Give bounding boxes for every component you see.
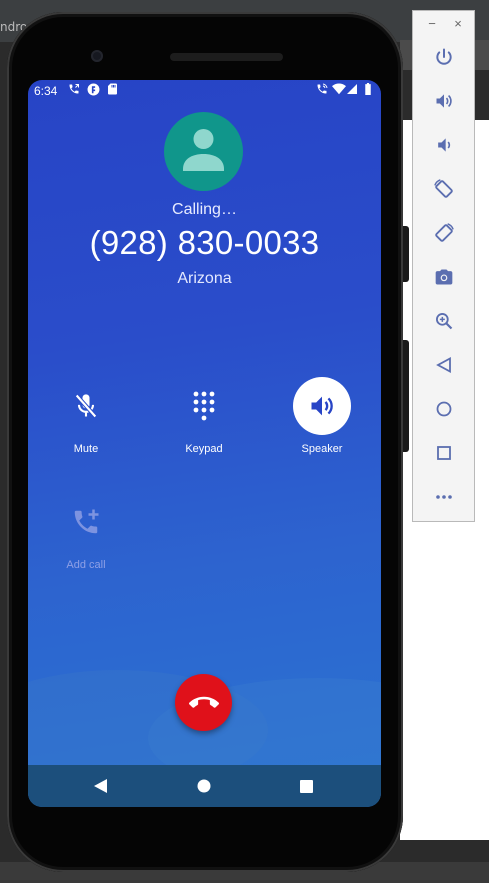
call-status: Calling… <box>172 201 237 218</box>
speaker-label: Speaker <box>301 443 343 455</box>
nav-recents-button[interactable] <box>296 776 316 796</box>
end-call-icon <box>188 696 219 708</box>
volume-down-icon <box>438 138 451 152</box>
keypad-label: Keypad <box>185 443 223 455</box>
mute-button[interactable]: Mute <box>46 377 126 467</box>
phone-screen: 6:34 Calling… (928) 830-0033 Arizona Mut… <box>28 80 381 807</box>
mute-label: Mute <box>73 443 99 455</box>
battery-icon <box>365 83 371 95</box>
emulator-volume-down-button[interactable] <box>430 131 458 159</box>
phone-call-icon <box>69 84 79 94</box>
rotate-right-icon <box>435 223 454 242</box>
recents-icon <box>299 779 313 793</box>
home-icon <box>436 401 452 417</box>
rotate-left-icon <box>434 179 453 198</box>
add-call-button[interactable]: Add call <box>46 493 126 583</box>
wifi-icon <box>332 83 346 95</box>
caller-location: Arizona <box>177 270 232 287</box>
status-time: 6:34 <box>34 84 58 98</box>
dialpad-icon <box>175 377 233 435</box>
emulator-rotate-right-button[interactable] <box>430 219 458 247</box>
emulator-toolbar: − × <box>412 10 475 522</box>
emulator-close-button[interactable]: × <box>451 16 465 31</box>
nav-back-button[interactable] <box>91 776 111 796</box>
back-icon <box>94 779 107 793</box>
emulator-minimize-button[interactable]: − <box>425 16 439 31</box>
emulator-screenshot-button[interactable] <box>430 263 458 291</box>
more-icon <box>436 495 452 499</box>
speaker-icon <box>293 377 351 435</box>
emulator-rotate-left-button[interactable] <box>430 175 458 203</box>
power-side-button[interactable] <box>403 226 409 282</box>
volume-side-button[interactable] <box>403 340 409 452</box>
front-camera <box>91 50 103 62</box>
sd-card-icon <box>108 83 117 95</box>
wifi-calling-icon <box>317 83 328 94</box>
emulator-back-button[interactable] <box>430 351 458 379</box>
emulator-overview-button[interactable] <box>430 439 458 467</box>
add-call-icon <box>57 493 115 551</box>
emulator-power-button[interactable] <box>430 43 458 71</box>
person-icon <box>183 129 224 171</box>
emulator-zoom-button[interactable] <box>430 307 458 335</box>
power-icon <box>436 48 452 65</box>
mic-off-icon <box>57 377 115 435</box>
back-icon <box>436 357 451 373</box>
emulator-home-button[interactable] <box>430 395 458 423</box>
camera-icon <box>435 269 453 285</box>
phone-number: (928) 830-0033 <box>89 224 320 261</box>
status-bar: 6:34 <box>28 80 381 102</box>
emulator-more-button[interactable] <box>430 483 458 511</box>
earpiece <box>170 53 283 61</box>
home-icon <box>197 779 211 793</box>
keypad-button[interactable]: Keypad <box>164 377 244 467</box>
overview-icon <box>437 446 451 460</box>
zoom-icon <box>436 313 453 330</box>
nav-home-button[interactable] <box>194 776 214 796</box>
end-call-button[interactable] <box>175 674 232 731</box>
navigation-bar <box>28 765 381 807</box>
add-call-label: Add call <box>66 559 106 571</box>
contact-avatar <box>164 112 243 191</box>
speaker-button[interactable]: Speaker <box>282 377 362 467</box>
app-notification-icon <box>87 83 100 96</box>
volume-up-icon <box>436 94 452 108</box>
emulator-volume-up-button[interactable] <box>430 87 458 115</box>
signal-icon <box>347 84 357 94</box>
